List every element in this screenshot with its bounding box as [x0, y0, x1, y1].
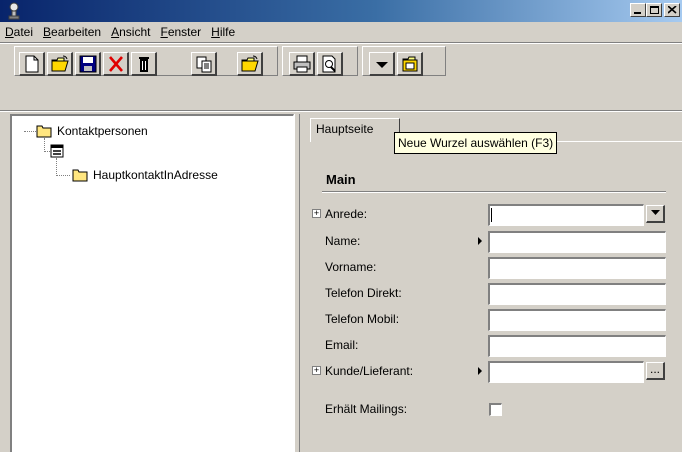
- tree-item-record[interactable]: [50, 142, 69, 160]
- toolbar-group-edit: [14, 46, 278, 76]
- menu-ansicht-accel: A: [111, 25, 120, 39]
- application-window: Datei Bearbeiten Ansicht Fenster Hilfe K…: [0, 0, 682, 452]
- maximize-icon: [650, 6, 659, 14]
- tooltip-text: Neue Wurzel auswählen (F3): [398, 136, 554, 150]
- folder-icon: [36, 125, 52, 138]
- open-folder-button[interactable]: [237, 52, 263, 76]
- menu-hilfe-accel: H: [211, 25, 220, 39]
- label-email: Email:: [325, 338, 359, 352]
- save-button[interactable]: [75, 52, 101, 76]
- toolbar-bottom-edge: [0, 110, 682, 112]
- delete-x-icon: [109, 56, 123, 72]
- text-caret: [491, 208, 492, 222]
- section-divider: [322, 191, 666, 193]
- label-kunde-lieferant: Kunde/Lieferant:: [325, 364, 414, 378]
- menu-hilfe[interactable]: Hilfe: [206, 23, 240, 41]
- menu-fenster-label: enster: [167, 25, 202, 39]
- anrede-dropdown-button[interactable]: [646, 205, 665, 223]
- close-icon: [668, 6, 677, 14]
- menu-datei-accel: D: [5, 25, 14, 39]
- menu-datei-label: atei: [13, 25, 34, 39]
- tree-item-label: Kontaktpersonen: [57, 124, 148, 138]
- trash-button[interactable]: [131, 52, 157, 76]
- menu-hilfe-label: ilfe: [219, 25, 236, 39]
- label-vorname: Vorname:: [325, 260, 377, 274]
- menu-bearbeiten[interactable]: Bearbeiten: [38, 23, 106, 41]
- email-input[interactable]: [488, 335, 666, 357]
- toolbar-group-root: [362, 46, 446, 76]
- copy-button[interactable]: [191, 52, 217, 76]
- tree-connector: [44, 138, 45, 152]
- expand-kunde-lieferant-button[interactable]: +: [312, 366, 321, 375]
- tab-label: Hauptseite: [316, 122, 374, 136]
- section-title: Main: [326, 172, 356, 187]
- print-preview-button[interactable]: [317, 52, 343, 76]
- menu-ansicht[interactable]: Ansicht: [106, 23, 155, 41]
- label-erhaelt-mailings: Erhält Mailings:: [325, 402, 408, 416]
- menu-ansicht-label: nsicht: [119, 25, 151, 39]
- menu-fenster[interactable]: Fenster: [155, 23, 206, 41]
- menu-bearbeiten-label: earbeiten: [51, 25, 102, 39]
- telefon-direkt-input[interactable]: [488, 283, 666, 305]
- close-button[interactable]: [664, 3, 680, 17]
- tab-hauptseite[interactable]: Hauptseite: [310, 118, 400, 142]
- minimize-button[interactable]: [630, 3, 646, 17]
- dropdown-arrow-icon: [376, 62, 388, 68]
- tree-view[interactable]: Kontaktpersonen HauptkontaktInAdresse: [10, 114, 294, 452]
- print-button[interactable]: [289, 52, 315, 76]
- open-folder-icon: [51, 55, 69, 72]
- tooltip: Neue Wurzel auswählen (F3): [394, 132, 558, 154]
- erhaelt-mailings-checkbox[interactable]: [489, 403, 502, 416]
- browse-label: ...: [649, 362, 660, 376]
- toolbar: [0, 44, 682, 78]
- table-record-icon: [50, 144, 64, 158]
- open-button[interactable]: [47, 52, 73, 76]
- menu-bearbeiten-accel: B: [43, 25, 52, 39]
- label-name: Name:: [325, 234, 361, 248]
- tree-item-kontaktpersonen[interactable]: Kontaktpersonen: [36, 122, 148, 140]
- delete-button[interactable]: [103, 52, 129, 76]
- title-bar[interactable]: [0, 0, 682, 22]
- maximize-button[interactable]: [646, 3, 662, 17]
- chevron-down-icon: [650, 210, 660, 215]
- expand-anrede-button[interactable]: +: [312, 209, 321, 218]
- new-document-icon: [25, 55, 39, 73]
- tree-connector: [56, 158, 57, 176]
- root-dropdown-button[interactable]: [369, 52, 395, 76]
- print-icon: [293, 55, 311, 73]
- telefon-mobil-input[interactable]: [488, 309, 666, 331]
- minimize-icon: [634, 12, 641, 14]
- name-input[interactable]: [488, 231, 666, 253]
- save-disk-icon: [79, 55, 97, 73]
- current-row-indicator: [478, 237, 482, 245]
- tree-connector: [24, 131, 36, 132]
- menu-datei[interactable]: Datei: [0, 23, 38, 41]
- copy-icon: [196, 56, 212, 73]
- tree-item-label: HauptkontaktInAdresse: [93, 168, 218, 182]
- toolbar-group-print: [282, 46, 358, 76]
- tree-item-hauptkontakt[interactable]: HauptkontaktInAdresse: [72, 166, 218, 184]
- trash-icon: [139, 57, 149, 72]
- kunde-lieferant-input[interactable]: [488, 361, 644, 383]
- kunde-lieferant-browse-button[interactable]: ...: [646, 362, 665, 380]
- open-folder-icon: [241, 55, 259, 72]
- label-telefon-mobil: Telefon Mobil:: [325, 312, 400, 326]
- new-button[interactable]: [19, 52, 45, 76]
- label-anrede: Anrede:: [325, 207, 368, 221]
- menu-fenster-accel: F: [160, 25, 168, 39]
- vorname-input[interactable]: [488, 257, 666, 279]
- folder-icon: [72, 169, 88, 182]
- anrede-combobox[interactable]: [488, 204, 644, 226]
- menu-bar: Datei Bearbeiten Ansicht Fenster Hilfe: [0, 22, 682, 42]
- select-root-icon: [402, 56, 418, 72]
- app-icon[interactable]: [6, 2, 22, 20]
- select-root-button[interactable]: [397, 52, 423, 76]
- print-preview-icon: [322, 55, 336, 73]
- label-telefon-direkt: Telefon Direkt:: [325, 286, 402, 300]
- tree-connector: [56, 175, 70, 176]
- row-indicator: [478, 367, 482, 375]
